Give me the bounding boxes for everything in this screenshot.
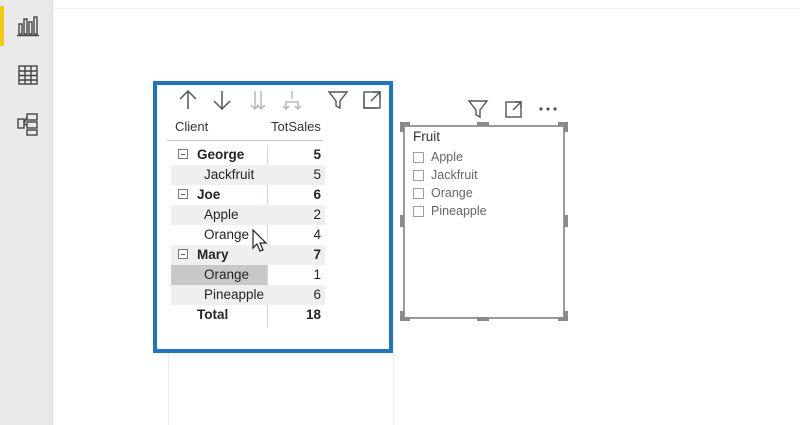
checkbox[interactable] <box>413 206 424 217</box>
resize-handle[interactable] <box>400 215 404 227</box>
matrix-row-child[interactable]: Jackfruit 5 <box>171 165 325 185</box>
resize-handle[interactable] <box>477 317 489 321</box>
row-value: 6 <box>313 187 321 202</box>
matrix-row-parent[interactable]: George 5 <box>171 145 325 165</box>
header-divider <box>167 140 323 141</box>
drill-up-icon[interactable] <box>175 87 201 113</box>
total-value: 18 <box>305 307 321 322</box>
matrix-row-parent[interactable]: Mary 7 <box>171 245 325 265</box>
row-value: 6 <box>313 287 321 302</box>
row-label: Orange <box>204 227 250 242</box>
checkbox[interactable] <box>413 152 424 163</box>
row-label: Jackfruit <box>204 167 255 182</box>
row-label: Joe <box>197 187 221 202</box>
row-value: 7 <box>313 247 321 262</box>
row-label: Mary <box>197 247 229 262</box>
matrix-toolbar <box>175 87 385 113</box>
filter-icon[interactable] <box>466 97 490 121</box>
slicer-title: Fruit <box>413 129 440 144</box>
mouse-pointer-icon <box>252 229 268 253</box>
slicer-item-label: Pineapple <box>431 204 487 218</box>
slicer-item[interactable]: Orange <box>413 185 553 203</box>
matrix-row-total: Total 18 <box>171 305 325 325</box>
row-label: George <box>197 147 245 162</box>
matrix-row-child[interactable]: Pineapple 6 <box>171 285 325 305</box>
matrix-row-parent[interactable]: Joe 6 <box>171 185 325 205</box>
checkbox[interactable] <box>413 188 424 199</box>
slicer-item[interactable]: Jackfruit <box>413 167 553 185</box>
expand-next-level-icon[interactable] <box>245 87 271 113</box>
row-value: 5 <box>313 147 321 162</box>
row-value: 4 <box>313 227 321 242</box>
resize-handle[interactable] <box>564 215 568 227</box>
collapse-toggle-icon[interactable] <box>178 249 188 259</box>
slicer-item-label: Jackfruit <box>431 168 478 182</box>
row-value: 1 <box>313 267 321 282</box>
slicer-item[interactable]: Pineapple <box>413 203 553 221</box>
row-label: Pineapple <box>204 287 265 302</box>
fruit-slicer[interactable]: Fruit Apple Jackfruit Orange Pineapple <box>403 125 565 319</box>
drill-down-icon[interactable] <box>209 87 235 113</box>
resize-handle[interactable] <box>558 317 568 321</box>
report-view-icon[interactable] <box>16 14 40 38</box>
slicer-toolbar <box>466 97 566 121</box>
column-header-totsales[interactable]: TotSales <box>271 119 321 134</box>
column-header-client[interactable]: Client <box>175 119 208 134</box>
filter-icon[interactable] <box>325 87 351 113</box>
active-view-indicator <box>0 6 4 46</box>
row-value: 5 <box>313 167 321 182</box>
canvas-divider <box>53 8 800 9</box>
resize-handle[interactable] <box>564 122 568 132</box>
matrix-row-child[interactable]: Apple 2 <box>171 205 325 225</box>
collapse-toggle-icon[interactable] <box>178 189 188 199</box>
model-view-icon[interactable] <box>16 112 40 136</box>
expand-all-icon[interactable] <box>279 87 305 113</box>
matrix-row-child[interactable]: Orange 4 <box>171 225 325 245</box>
resize-handle[interactable] <box>400 317 410 321</box>
more-options-icon[interactable] <box>536 97 560 121</box>
slicer-item-label: Apple <box>431 150 463 164</box>
data-view-icon[interactable] <box>16 63 40 87</box>
row-label: Orange <box>204 267 250 282</box>
resize-handle[interactable] <box>400 122 404 132</box>
row-value: 2 <box>313 207 321 222</box>
collapse-toggle-icon[interactable] <box>178 149 188 159</box>
visual-shadow-lines <box>168 352 394 425</box>
slicer-item[interactable]: Apple <box>413 149 553 167</box>
slicer-item-label: Orange <box>431 186 473 200</box>
row-label: Apple <box>204 207 239 222</box>
matrix-header-row: Client TotSales <box>157 115 389 141</box>
view-switcher-rail <box>0 0 53 425</box>
matrix-row-child-selected[interactable]: Orange 1 <box>171 265 325 285</box>
resize-handle[interactable] <box>477 122 489 126</box>
focus-mode-icon[interactable] <box>359 87 385 113</box>
checkbox[interactable] <box>413 170 424 181</box>
focus-mode-icon[interactable] <box>502 97 526 121</box>
total-label: Total <box>197 307 229 322</box>
matrix-visual[interactable]: Client TotSales George 5 Jackfruit 5 Joe… <box>153 81 393 353</box>
